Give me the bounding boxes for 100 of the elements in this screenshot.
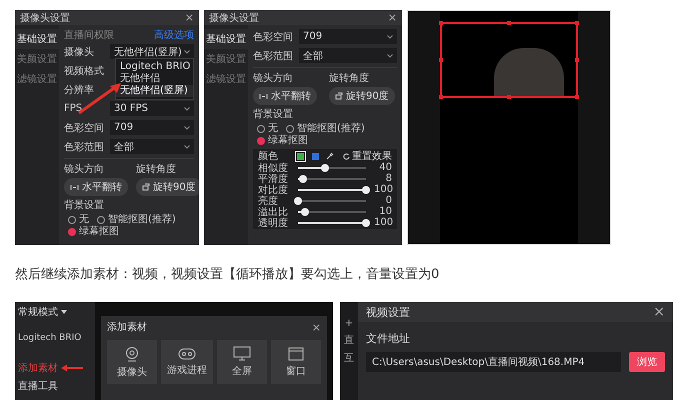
close-button[interactable]: ×	[388, 12, 397, 23]
close-button[interactable]: ×	[184, 12, 194, 23]
close-button[interactable]: ×	[653, 305, 665, 319]
gamepad-icon	[178, 348, 196, 360]
select-field[interactable]: 无他伴侣(竖屏)	[110, 44, 194, 59]
source-tile[interactable]: 窗口	[271, 340, 321, 384]
rotate-icon	[335, 92, 343, 100]
slider-value: 100	[374, 217, 392, 228]
rotation-label: 旋转角度	[136, 162, 177, 176]
rotate-button[interactable]: 旋转90度	[329, 87, 395, 105]
caret-icon	[61, 310, 67, 314]
section-label: 直播间权限	[64, 28, 114, 42]
flip-icon	[259, 92, 268, 100]
dropdown-option[interactable]: Logitech BRIO	[116, 61, 193, 73]
webcam-icon	[124, 346, 140, 362]
rotation-label: 旋转角度	[329, 72, 370, 85]
chevron-down-icon	[387, 34, 393, 38]
reset-button[interactable]: 重置效果	[343, 149, 392, 163]
chevron-down-icon	[184, 50, 190, 54]
field-label: 色彩空间	[253, 30, 294, 44]
select-field[interactable]: 30 FPS	[110, 101, 194, 116]
slider-label: 透明度	[258, 216, 289, 230]
slider-label: 平滑度	[258, 172, 289, 184]
slider-label: 溢出比	[258, 206, 289, 218]
rotate-icon	[142, 183, 150, 191]
nav-item[interactable]: 基础设置	[204, 29, 248, 49]
arrow-icon	[60, 364, 84, 372]
advanced-link[interactable]: 高级选项	[154, 28, 194, 42]
radio-option[interactable]: 绿幕抠图	[68, 226, 119, 238]
nav-item[interactable]: 滤镜设置	[15, 69, 59, 89]
mode-selector[interactable]: 常规模式	[18, 305, 92, 319]
source-tile[interactable]: 摄像头	[107, 340, 157, 384]
field-label: 色彩范围	[64, 140, 105, 154]
color-swatch[interactable]	[311, 152, 320, 160]
caption-text: 然后继续添加素材：视频，视频设置【循环播放】要勾选上，音量设置为0	[15, 267, 440, 283]
field-label: 文件地址	[366, 331, 411, 346]
select-field[interactable]: 709	[299, 29, 397, 44]
flip-button[interactable]: 水平翻转	[64, 178, 128, 196]
plus-text: +	[344, 318, 354, 329]
slider-label: 对比度	[258, 184, 289, 196]
modal-title: 添加素材	[107, 320, 147, 334]
field-label: 摄像头	[64, 46, 95, 58]
radio-option[interactable]: 绿幕抠图	[257, 135, 308, 147]
dropdown-option[interactable]: 无他伴侣	[116, 73, 193, 85]
flip-button[interactable]: 水平翻转	[253, 87, 317, 105]
cropped-text: 直	[344, 334, 354, 347]
section-label: 直播工具	[18, 380, 59, 393]
rotate-button[interactable]: 旋转90度	[136, 178, 199, 196]
slider-label: 相似度	[258, 162, 289, 174]
chevron-down-icon	[387, 54, 393, 58]
slider-value: 10	[378, 206, 392, 217]
cropped-text: 互	[344, 352, 354, 365]
select-field[interactable]: 全部	[110, 139, 194, 154]
radio-option[interactable]: 无	[68, 214, 89, 226]
color-swatch[interactable]	[296, 152, 305, 160]
browse-button[interactable]: 浏览	[629, 352, 665, 372]
monitor-icon	[233, 346, 251, 361]
slider-label: 亮度	[258, 194, 279, 206]
source-tile[interactable]: 游戏进程	[161, 340, 213, 384]
nav-item[interactable]: 基础设置	[15, 29, 59, 49]
device-item[interactable]: Logitech BRIO	[18, 333, 92, 343]
chevron-down-icon	[184, 144, 190, 148]
nav-item[interactable]: 美颜设置	[204, 49, 248, 69]
field-label: FPS	[64, 103, 84, 114]
dialog-title: 摄像头设置	[209, 12, 259, 24]
field-label: 色彩范围	[253, 50, 294, 62]
select-field[interactable]: 709	[110, 120, 194, 135]
slider-value: 40	[378, 162, 392, 173]
radio-button[interactable]	[68, 228, 76, 236]
radio-option[interactable]: 智能抠图(推荐)	[286, 123, 365, 135]
radio-button[interactable]	[257, 125, 265, 133]
radio-button[interactable]	[286, 125, 294, 133]
selection-frame[interactable]	[440, 22, 578, 98]
field-label: 色彩空间	[64, 122, 105, 134]
radio-option[interactable]: 无	[257, 123, 278, 135]
eyedropper-icon[interactable]	[326, 152, 334, 160]
radio-button[interactable]	[257, 137, 265, 145]
field-label: 视频格式	[64, 64, 105, 78]
chevron-down-icon	[184, 106, 190, 110]
color-label: 颜色	[258, 150, 279, 162]
slider-value: 100	[374, 184, 392, 195]
lens-direction-label: 镜头方向	[64, 162, 105, 176]
close-button[interactable]: ×	[312, 320, 321, 334]
window-icon	[288, 346, 304, 360]
field-label: 分辨率	[64, 84, 95, 96]
nav-item[interactable]: 美颜设置	[15, 49, 59, 69]
radio-button[interactable]	[97, 216, 105, 224]
reset-icon	[343, 152, 350, 160]
slider-value: 0	[384, 195, 392, 206]
dropdown-option[interactable]: 无他伴侣(竖屏)	[116, 85, 193, 97]
add-source-button[interactable]: 添加素材	[18, 361, 58, 375]
file-path-field[interactable]: C:\Users\asus\Desktop\直播间视频\168.MP4	[366, 352, 621, 372]
select-field[interactable]: 全部	[299, 48, 397, 63]
radio-button[interactable]	[68, 216, 76, 224]
source-tile[interactable]: 全屏	[217, 340, 267, 384]
photo-placeholder	[494, 48, 564, 96]
radio-option[interactable]: 智能抠图(推荐)	[97, 214, 176, 226]
chevron-down-icon	[184, 126, 190, 130]
lens-direction-label: 镜头方向	[253, 72, 294, 85]
nav-item[interactable]: 滤镜设置	[204, 69, 248, 89]
